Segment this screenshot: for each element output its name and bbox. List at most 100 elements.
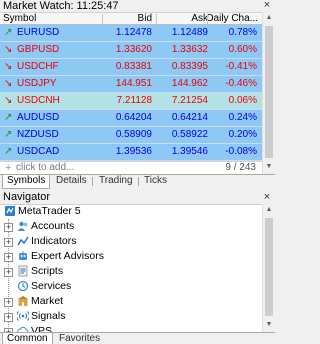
add-symbol-placeholder[interactable]: click to add... (16, 162, 74, 174)
daily-change: 0.24% (228, 112, 257, 123)
market-watch-tabs: Symbols Details Trading Ticks (0, 174, 275, 189)
symbol-name: USDJPY (17, 78, 57, 89)
daily-change: 0.60% (228, 44, 257, 55)
daily-change: -0.46% (225, 78, 257, 89)
symbol-name: USDCNH (17, 95, 60, 106)
ask-price: 0.64214 (171, 112, 208, 123)
bid-price: 0.58909 (115, 129, 152, 140)
navigator-item-label: Services (31, 280, 72, 292)
daily-change: 0.78% (228, 27, 257, 38)
expand-icon[interactable]: + (4, 238, 13, 247)
symbol-row[interactable]: ↘ USDCNH 7.21128 7.21254 0.06% (0, 93, 262, 110)
navigator-item-label: Expert Advisors (31, 250, 104, 262)
navigator-item-scripts[interactable]: + Scripts (0, 264, 262, 279)
symbol-name: EURUSD (17, 27, 60, 38)
tab-details[interactable]: Details (52, 175, 91, 188)
column-header-bid[interactable]: Bid (138, 13, 152, 25)
bid-price: 1.33620 (115, 44, 152, 55)
ask-price: 1.12489 (171, 27, 208, 38)
bid-price: 0.64204 (115, 112, 152, 123)
symbol-row[interactable]: ↘ USDCHF 0.83381 0.83395 -0.41% (0, 59, 262, 76)
navigator-item-label: Signals (31, 310, 66, 322)
expand-icon[interactable]: + (4, 268, 13, 277)
ask-price: 0.83395 (171, 61, 208, 72)
symbol-name: USDCHF (17, 61, 59, 72)
scroll-down-icon[interactable]: ▼ (263, 161, 275, 173)
expand-icon[interactable]: + (4, 313, 13, 322)
trend-up-arrow-icon: ↗ (4, 112, 13, 123)
market-watch-header: Symbol Bid Ask Daily Cha... (0, 12, 262, 25)
market-icon (17, 295, 29, 307)
metatrader-icon (4, 205, 16, 217)
symbol-row[interactable]: ↘ GBPUSD 1.33620 1.33632 0.60% (0, 42, 262, 59)
symbol-row[interactable]: ↗ EURUSD 1.12478 1.12489 0.78% (0, 25, 262, 42)
symbol-name: AUDUSD (17, 112, 60, 123)
ask-price: 0.58922 (171, 129, 208, 140)
daily-change: -0.41% (225, 61, 257, 72)
trend-up-arrow-icon: ↗ (4, 27, 13, 38)
column-divider[interactable] (156, 14, 157, 24)
daily-change: 0.06% (228, 95, 257, 106)
ask-price: 144.962 (171, 78, 208, 89)
tab-common[interactable]: Common (2, 333, 53, 344)
scrollbar-thumb[interactable] (265, 26, 273, 158)
symbol-row[interactable]: ↘ USDJPY 144.951 144.962 -0.46% (0, 76, 262, 93)
market-watch-title: Market Watch: 11:25:47 (0, 0, 275, 12)
navigator-item-market[interactable]: + Market (0, 294, 262, 309)
navigator-item-label: MetaTrader 5 (18, 205, 81, 217)
symbol-count: 9 / 243 (225, 162, 256, 173)
tab-symbols[interactable]: Symbols (2, 175, 51, 189)
symbol-row[interactable]: ↗ AUDUSD 0.64204 0.64214 0.24% (0, 110, 262, 127)
tab-trading[interactable]: Trading (95, 175, 137, 188)
ask-price: 1.33632 (171, 44, 208, 55)
expand-icon[interactable]: + (4, 223, 13, 232)
navigator-item-indicators[interactable]: + Indicators (0, 234, 262, 249)
vps-icon (17, 325, 29, 332)
expand-icon[interactable]: + (4, 298, 13, 307)
tab-divider (138, 177, 139, 186)
trend-up-arrow-icon: ↗ (4, 146, 13, 157)
navigator-item-vps[interactable]: + VPS (0, 324, 262, 332)
market-watch-table: ↗ EURUSD 1.12478 1.12489 0.78% ↘ GBPUSD 1.33620… (0, 25, 262, 178)
market-watch-close-icon[interactable]: × (262, 0, 272, 12)
trend-down-arrow-icon: ↘ (4, 61, 13, 72)
accounts-icon (17, 220, 29, 232)
ask-price: 7.21254 (171, 95, 208, 106)
scroll-down-icon[interactable]: ▼ (263, 319, 275, 331)
navigator-item-services[interactable]: Services (0, 279, 262, 294)
navigator-item-expert-advisors[interactable]: + Expert Advisors (0, 249, 262, 264)
daily-change: 0.20% (228, 129, 257, 140)
navigator-item-label: Scripts (31, 265, 64, 277)
symbol-row[interactable]: ↗ USDCAD 1.39536 1.39546 -0.08% (0, 144, 262, 161)
symbol-row[interactable]: ↗ NZDUSD 0.58909 0.58922 0.20% (0, 127, 262, 144)
scroll-up-icon[interactable]: ▲ (263, 204, 275, 216)
daily-change: -0.08% (225, 146, 257, 157)
add-symbol-row[interactable]: + click to add... 9 / 243 (0, 161, 262, 174)
navigator-item-signals[interactable]: + Signals (0, 309, 262, 324)
navigator-item-label: Accounts (31, 220, 75, 232)
navigator-item-label: Indicators (31, 235, 77, 247)
bid-price: 0.83381 (115, 61, 152, 72)
bid-price: 7.21128 (116, 95, 152, 106)
navigator-scrollbar[interactable]: ▲ ▼ (262, 204, 275, 332)
navigator-item-accounts[interactable]: + Accounts (0, 219, 262, 234)
tab-divider (92, 177, 93, 186)
navigator-close-icon[interactable]: × (262, 191, 272, 204)
column-header-symbol[interactable]: Symbol (3, 13, 36, 25)
trend-up-arrow-icon: ↗ (4, 129, 13, 140)
scrollbar-thumb[interactable] (265, 218, 273, 316)
navigator-item-metatrader-5[interactable]: MetaTrader 5 (0, 205, 262, 219)
navigator-item-label: Market (31, 295, 64, 307)
tab-favorites[interactable]: Favorites (55, 333, 104, 344)
tab-ticks[interactable]: Ticks (140, 175, 171, 188)
column-divider[interactable] (207, 14, 208, 24)
column-divider[interactable] (102, 14, 103, 24)
symbol-name: USDCAD (17, 146, 60, 157)
market-watch-scrollbar[interactable]: ▲ ▼ (262, 12, 275, 174)
expand-icon[interactable]: + (4, 253, 13, 262)
column-header-daily-change[interactable]: Daily Cha... (206, 13, 258, 25)
bid-price: 144.951 (115, 78, 152, 89)
signals-icon (16, 310, 30, 322)
scroll-up-icon[interactable]: ▲ (263, 12, 275, 24)
trend-down-arrow-icon: ↘ (4, 95, 13, 106)
